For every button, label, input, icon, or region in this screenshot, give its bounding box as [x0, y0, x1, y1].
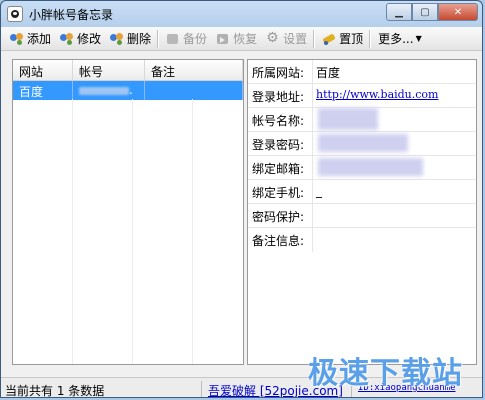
restore-icon: [216, 32, 230, 46]
toolbar-separator: [369, 29, 372, 48]
list-grid-lines: [13, 99, 243, 364]
edit-user-icon: [60, 32, 74, 46]
settings-label: 设置: [283, 32, 308, 46]
detail-row-account: 帐号名称:: [248, 108, 476, 132]
email-label: 绑定邮箱:: [252, 162, 305, 176]
add-label: 添加: [27, 32, 52, 46]
close-icon: ✕: [453, 6, 463, 18]
password-label: 登录密码:: [252, 138, 305, 152]
column-header-note[interactable]: 备注: [145, 60, 243, 80]
app-window: 小胖帐号备忘录 ▁ ▢ ✕ 添加 修改 删除 备份 恢复 ⚙ 设置 置顶 更多.…: [0, 0, 483, 398]
site-watermark: 极速下载站: [308, 356, 463, 391]
detail-row-phone: 绑定手机: _: [248, 180, 476, 204]
detail-row-password: 登录密码:: [248, 132, 476, 156]
url-link[interactable]: http://www.baidu.com: [316, 88, 438, 101]
edit-label: 修改: [77, 32, 102, 46]
delete-user-icon: [110, 32, 124, 46]
detail-row-email: 绑定邮箱:: [248, 156, 476, 180]
pin-top-button[interactable]: 置顶: [319, 28, 366, 50]
maximize-button[interactable]: ▢: [412, 3, 438, 21]
security-label: 密码保护:: [252, 210, 305, 224]
title-bar[interactable]: 小胖帐号备忘录 ▁ ▢ ✕: [1, 1, 482, 27]
backup-icon: [166, 32, 180, 46]
edit-button[interactable]: 修改: [57, 28, 104, 50]
record-count: 当前共有 1 条数据: [5, 384, 105, 398]
backup-label: 备份: [183, 32, 208, 46]
chevron-down-icon: ▼: [415, 34, 422, 43]
toolbar: 添加 修改 删除 备份 恢复 设置 置顶 更多...: [1, 27, 482, 51]
maximize-icon: ▢: [420, 6, 430, 18]
row-site: 百度: [13, 81, 73, 100]
settings-button[interactable]: 设置: [263, 28, 310, 50]
pin-icon: [322, 32, 336, 46]
restore-button[interactable]: 恢复: [213, 28, 260, 50]
account-list[interactable]: 网站 帐号 备注 百度 .: [12, 59, 244, 365]
detail-row-security: 密码保护:: [248, 204, 476, 228]
more-label: 更多...: [378, 32, 414, 46]
url-label: 登录地址:: [252, 90, 305, 104]
minimize-icon: ▁: [395, 6, 403, 18]
list-row[interactable]: 百度 .: [13, 81, 243, 100]
restore-label: 恢复: [233, 32, 258, 46]
detail-row-notes: 备注信息:: [248, 228, 476, 252]
add-button[interactable]: 添加: [7, 28, 54, 50]
gear-icon: [266, 30, 280, 46]
window-title: 小胖帐号备忘录: [29, 8, 114, 22]
minimize-button[interactable]: ▁: [386, 3, 412, 21]
account-label: 帐号名称:: [252, 114, 305, 128]
phone-label: 绑定手机:: [252, 186, 305, 200]
status-divider: [201, 381, 202, 397]
phone-value: _: [316, 184, 322, 198]
pin-top-label: 置顶: [339, 32, 364, 46]
panda-app-icon: [7, 6, 23, 22]
site-value: 百度: [316, 66, 341, 80]
delete-label: 删除: [127, 32, 152, 46]
close-button[interactable]: ✕: [438, 3, 478, 21]
row-note: [145, 81, 243, 100]
toolbar-separator: [313, 29, 316, 48]
row-account: .: [73, 81, 145, 100]
backup-button[interactable]: 备份: [163, 28, 210, 50]
more-button[interactable]: 更多... ▼: [375, 28, 425, 50]
delete-button[interactable]: 删除: [107, 28, 154, 50]
list-header: 网站 帐号 备注: [13, 60, 243, 81]
detail-panel: 所属网站: 百度 登录地址: http://www.baidu.com 帐号名称…: [247, 59, 477, 365]
site-label: 所属网站:: [252, 66, 305, 80]
row-account-suffix: .: [129, 83, 133, 97]
redacted-email: [318, 158, 423, 176]
column-header-site[interactable]: 网站: [13, 60, 73, 80]
notes-label: 备注信息:: [252, 234, 305, 248]
column-header-account[interactable]: 帐号: [73, 60, 145, 80]
caption-buttons: ▁ ▢ ✕: [386, 3, 478, 21]
detail-row-url: 登录地址: http://www.baidu.com: [248, 84, 476, 108]
redacted-password: [318, 134, 408, 152]
toolbar-separator: [157, 29, 160, 48]
redacted-account: [79, 86, 129, 95]
detail-row-site: 所属网站: 百度: [248, 60, 476, 84]
redacted-account-name: [318, 108, 378, 130]
add-user-icon: [10, 32, 24, 46]
